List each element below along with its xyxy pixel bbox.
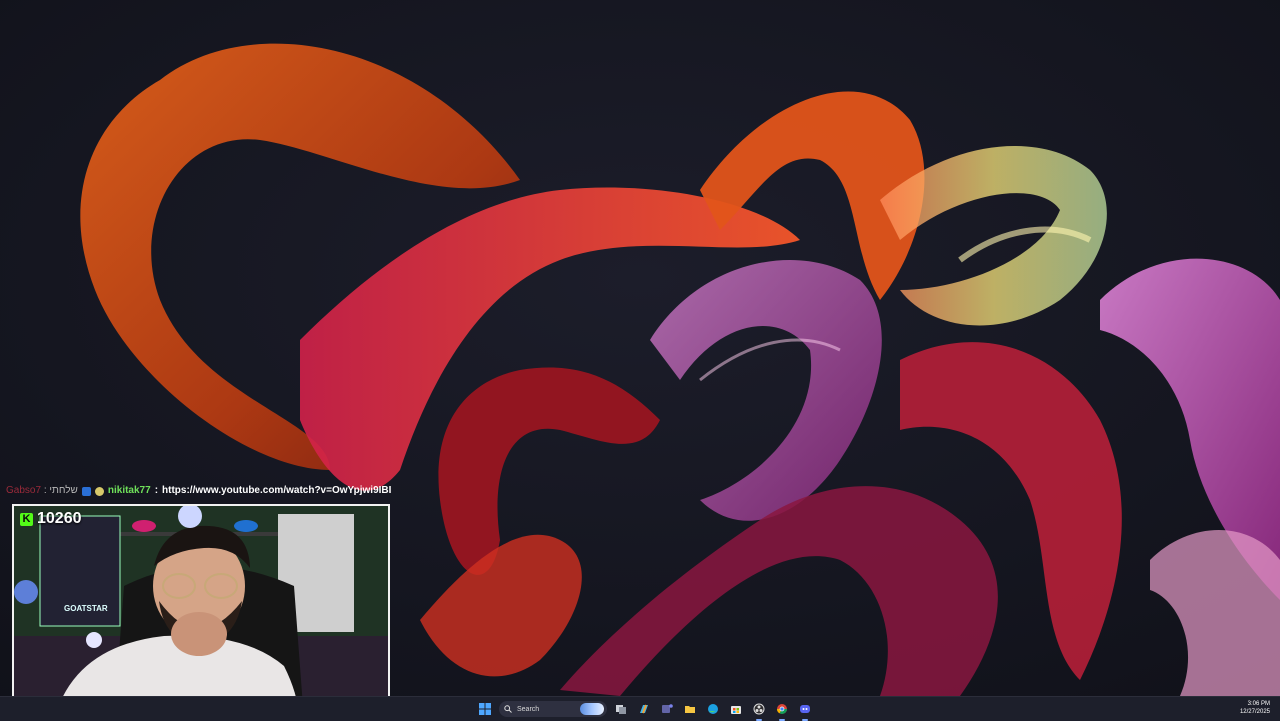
discord-icon[interactable]	[796, 700, 814, 721]
obs-icon[interactable]	[750, 700, 768, 721]
chat-username[interactable]: nikitak77	[108, 484, 151, 498]
kick-logo-icon: K	[20, 512, 33, 526]
taskbar-search-box[interactable]: Search	[499, 701, 607, 717]
search-label: Search	[517, 705, 540, 713]
previous-chat-user: Gabso7	[6, 485, 42, 496]
file-explorer-icon[interactable]	[681, 700, 699, 718]
previous-chat-separator: :	[43, 485, 47, 496]
search-icon	[504, 705, 512, 713]
taskbar-icons: Search	[476, 700, 814, 721]
chat-message-line: Gabso7 : שלחתי nikitak77 : https://www.y…	[6, 484, 391, 498]
windows-start-icon[interactable]	[476, 700, 494, 718]
copilot-icon[interactable]	[635, 700, 653, 718]
system-clock[interactable]: 3:06 PM 12/27/2025	[1240, 700, 1270, 716]
task-view-icon[interactable]	[612, 700, 630, 718]
webcam-overlay: K 10260 GOATSTAR	[12, 504, 390, 718]
kick-follower-counter: K 10260	[20, 510, 82, 528]
kick-count: 10260	[37, 510, 82, 527]
chrome-icon[interactable]	[773, 700, 791, 721]
taskbar: Search 3:06 PM 12/27/2025	[0, 696, 1280, 721]
clock-time: 3:06 PM	[1247, 701, 1270, 707]
search-highlight-image	[580, 703, 604, 715]
previous-chat-text: שלחתי	[49, 485, 78, 496]
subscriber-badge-icon	[94, 486, 104, 496]
edge-icon[interactable]	[704, 700, 722, 718]
desktop[interactable]: Gabso7 : שלחתי nikitak77 : https://www.y…	[0, 0, 1280, 721]
teams-icon[interactable]	[658, 700, 676, 718]
chat-separator: :	[154, 485, 159, 496]
moderator-badge-icon	[81, 486, 91, 496]
poster-text: GOATSTAR	[64, 604, 108, 613]
previous-chat-fragment: Gabso7 : שלחתי	[6, 484, 78, 498]
chat-message-text[interactable]: https://www.youtube.com/watch?v=OwYpjwi9…	[162, 484, 391, 498]
store-icon[interactable]	[727, 700, 745, 718]
clock-date: 12/27/2025	[1239, 709, 1270, 715]
